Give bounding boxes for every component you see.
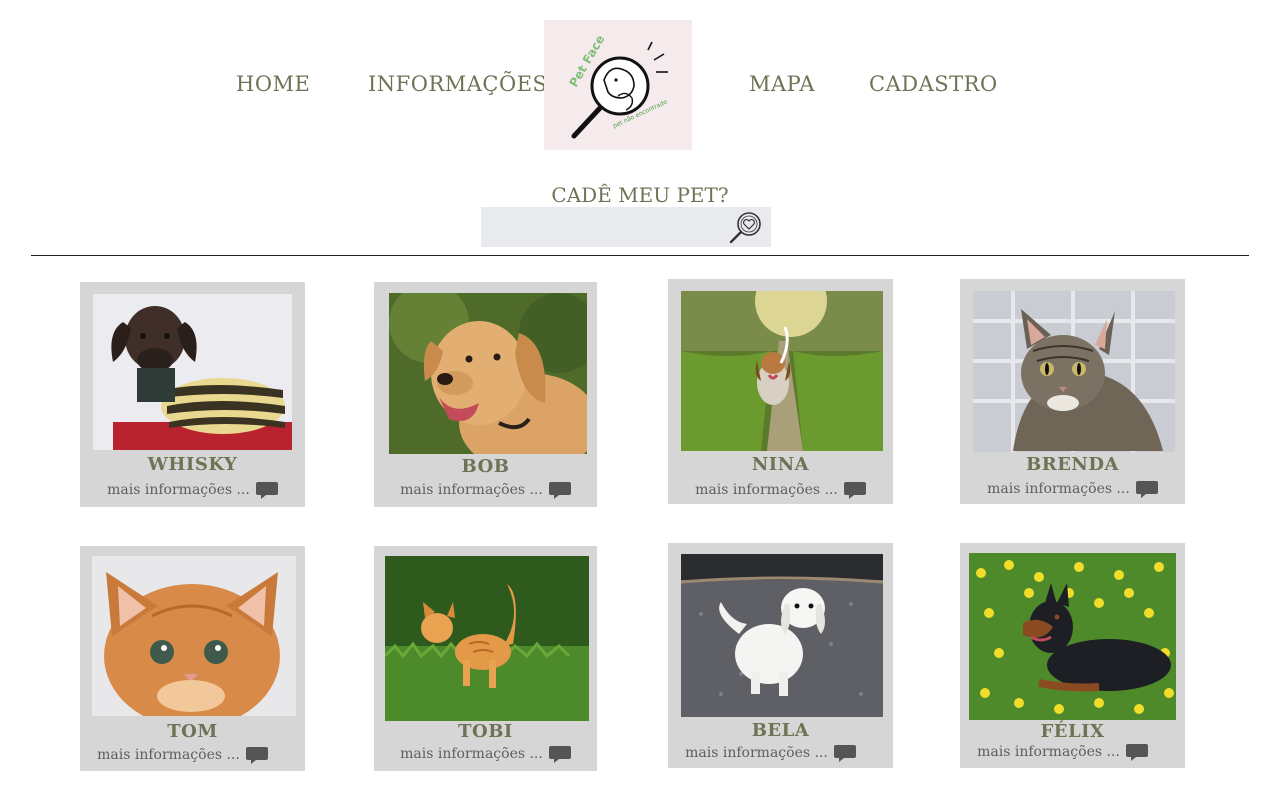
more-info-label: mais informações ... — [987, 481, 1130, 497]
more-info-link[interactable]: mais informações ... — [658, 743, 883, 763]
pet-card[interactable]: BRENDA mais informações ... — [960, 279, 1185, 504]
pet-photo — [969, 553, 1176, 720]
more-info-link[interactable]: mais informações ... — [374, 480, 597, 500]
more-info-label: mais informações ... — [977, 744, 1120, 760]
more-info-label: mais informações ... — [400, 482, 543, 498]
pet-card[interactable]: NINA mais informações ... — [668, 279, 893, 504]
more-info-label: mais informações ... — [107, 482, 250, 498]
chat-bubble-icon — [1125, 744, 1148, 761]
search-title: CADÊ MEU PET? — [551, 183, 729, 207]
nav-register-link[interactable]: CADASTRO — [869, 72, 998, 96]
more-info-link[interactable]: mais informações ... — [950, 742, 1175, 762]
more-info-link[interactable]: mais informações ... — [960, 479, 1185, 499]
pet-photo — [92, 556, 296, 716]
pet-face-logo-icon: Pet Face pet não encontrado — [566, 33, 669, 139]
chat-bubble-icon — [245, 747, 268, 764]
more-info-label: mais informações ... — [97, 747, 240, 763]
more-info-link[interactable]: mais informações ... — [374, 744, 597, 764]
pet-photo — [385, 556, 589, 721]
pet-card[interactable]: TOBI mais informações ... — [374, 546, 597, 771]
section-divider — [31, 255, 1249, 256]
more-info-label: mais informações ... — [400, 746, 543, 762]
pet-photo — [389, 293, 587, 454]
search-button[interactable] — [727, 209, 765, 245]
more-info-link[interactable]: mais informações ... — [80, 480, 305, 500]
pet-photo — [973, 291, 1175, 452]
nav-info-link[interactable]: INFORMAÇÕES — [368, 72, 547, 96]
more-info-link[interactable]: mais informações ... — [668, 480, 893, 500]
search-input[interactable] — [489, 213, 725, 243]
chat-bubble-icon — [548, 746, 571, 763]
site-logo[interactable]: Pet Face pet não encontrado — [544, 20, 692, 150]
pet-card[interactable]: BOB mais informações ... — [374, 282, 597, 507]
pet-photo — [93, 294, 292, 450]
pet-name: BELA — [751, 720, 810, 741]
pet-name: NINA — [751, 454, 810, 475]
nav-map-link[interactable]: MAPA — [749, 72, 815, 96]
pet-name: WHISKY — [147, 454, 238, 475]
search-bar — [481, 207, 771, 247]
pet-name: TOM — [167, 721, 218, 742]
chat-bubble-icon — [255, 482, 278, 499]
pet-name: TOBI — [458, 721, 513, 742]
pet-name: BOB — [461, 456, 510, 477]
pet-card[interactable]: WHISKY mais informações ... — [80, 282, 305, 507]
nav-home-link[interactable]: HOME — [236, 72, 310, 96]
pet-photo — [681, 554, 883, 717]
chat-bubble-icon — [843, 482, 866, 499]
pet-photo — [681, 291, 883, 451]
pet-card[interactable]: FÉLIX mais informações ... — [960, 543, 1185, 768]
pet-card[interactable]: BELA mais informações ... — [668, 543, 893, 768]
more-info-label: mais informações ... — [695, 482, 838, 498]
chat-bubble-icon — [833, 745, 856, 762]
pet-card[interactable]: TOM mais informações ... — [80, 546, 305, 771]
chat-bubble-icon — [548, 482, 571, 499]
pet-name: BRENDA — [1026, 454, 1119, 475]
pet-name: FÉLIX — [1040, 721, 1105, 742]
more-info-label: mais informações ... — [685, 745, 828, 761]
more-info-link[interactable]: mais informações ... — [70, 745, 295, 765]
magnifier-heart-icon — [729, 212, 761, 244]
chat-bubble-icon — [1135, 481, 1158, 498]
